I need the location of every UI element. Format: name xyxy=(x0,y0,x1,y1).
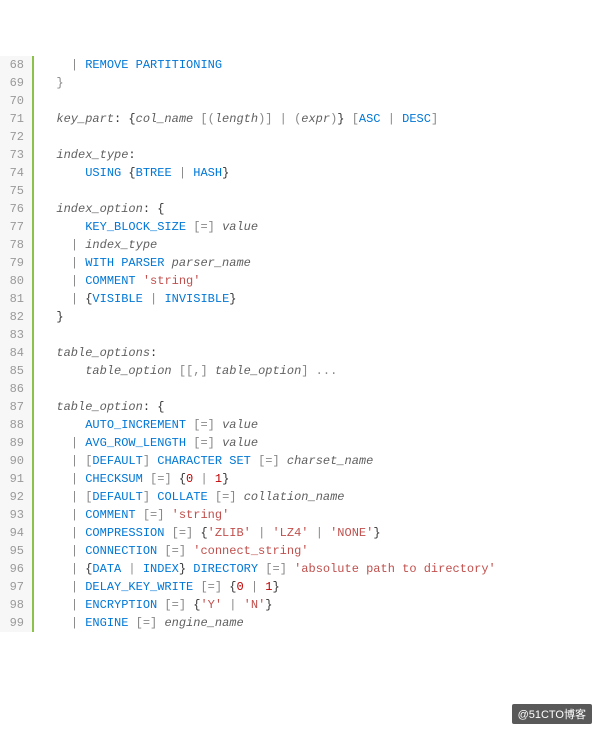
code-line: } xyxy=(42,308,600,326)
code-line: USING {BTREE | HASH} xyxy=(42,164,600,182)
code-line: | CHECKSUM [=] {0 | 1} xyxy=(42,470,600,488)
line-number: 76 xyxy=(4,200,24,218)
code-line: | COMMENT [=] 'string' xyxy=(42,506,600,524)
line-number: 97 xyxy=(4,578,24,596)
line-number: 80 xyxy=(4,272,24,290)
code-line: | REMOVE PARTITIONING xyxy=(42,56,600,74)
line-number-gutter: 6869707172737475767778798081828384858687… xyxy=(0,56,32,632)
code-line xyxy=(42,128,600,146)
code-line: table_option: { xyxy=(42,398,600,416)
code-line: index_option: { xyxy=(42,200,600,218)
line-number: 72 xyxy=(4,128,24,146)
line-number: 99 xyxy=(4,614,24,632)
code-line xyxy=(42,182,600,200)
code-line: | CONNECTION [=] 'connect_string' xyxy=(42,542,600,560)
code-line: | ENCRYPTION [=] {'Y' | 'N'} xyxy=(42,596,600,614)
code-line: | [DEFAULT] COLLATE [=] collation_name xyxy=(42,488,600,506)
line-number: 90 xyxy=(4,452,24,470)
line-number: 68 xyxy=(4,56,24,74)
line-number: 91 xyxy=(4,470,24,488)
line-number: 74 xyxy=(4,164,24,182)
code-line: KEY_BLOCK_SIZE [=] value xyxy=(42,218,600,236)
code-block: 6869707172737475767778798081828384858687… xyxy=(0,56,600,632)
line-number: 79 xyxy=(4,254,24,272)
line-number: 88 xyxy=(4,416,24,434)
watermark-badge: @51CTO博客 xyxy=(512,704,592,724)
line-number: 77 xyxy=(4,218,24,236)
line-number: 95 xyxy=(4,542,24,560)
code-line: | DELAY_KEY_WRITE [=] {0 | 1} xyxy=(42,578,600,596)
code-line xyxy=(42,380,600,398)
code-line xyxy=(42,326,600,344)
line-number: 73 xyxy=(4,146,24,164)
code-line: | WITH PARSER parser_name xyxy=(42,254,600,272)
line-number: 69 xyxy=(4,74,24,92)
code-line: | COMMENT 'string' xyxy=(42,272,600,290)
line-number: 83 xyxy=(4,326,24,344)
line-number: 93 xyxy=(4,506,24,524)
code-line: | index_type xyxy=(42,236,600,254)
line-number: 70 xyxy=(4,92,24,110)
code-line: index_type: xyxy=(42,146,600,164)
code-line: | {DATA | INDEX} DIRECTORY [=] 'absolute… xyxy=(42,560,600,578)
line-number: 84 xyxy=(4,344,24,362)
code-line: | [DEFAULT] CHARACTER SET [=] charset_na… xyxy=(42,452,600,470)
line-number: 86 xyxy=(4,380,24,398)
code-line: table_options: xyxy=(42,344,600,362)
line-number: 85 xyxy=(4,362,24,380)
line-number: 82 xyxy=(4,308,24,326)
line-number: 98 xyxy=(4,596,24,614)
line-number: 89 xyxy=(4,434,24,452)
code-line xyxy=(42,92,600,110)
line-number: 75 xyxy=(4,182,24,200)
code-line: | {VISIBLE | INVISIBLE} xyxy=(42,290,600,308)
code-line: | COMPRESSION [=] {'ZLIB' | 'LZ4' | 'NON… xyxy=(42,524,600,542)
line-number: 78 xyxy=(4,236,24,254)
line-number: 87 xyxy=(4,398,24,416)
line-number: 92 xyxy=(4,488,24,506)
code-content[interactable]: | REMOVE PARTITIONING } key_part: {col_n… xyxy=(32,56,600,632)
line-number: 81 xyxy=(4,290,24,308)
code-line: | ENGINE [=] engine_name xyxy=(42,614,600,632)
code-line: } xyxy=(42,74,600,92)
code-line: key_part: {col_name [(length)] | (expr)}… xyxy=(42,110,600,128)
line-number: 96 xyxy=(4,560,24,578)
line-number: 94 xyxy=(4,524,24,542)
code-line: AUTO_INCREMENT [=] value xyxy=(42,416,600,434)
code-line: table_option [[,] table_option] ... xyxy=(42,362,600,380)
code-line: | AVG_ROW_LENGTH [=] value xyxy=(42,434,600,452)
line-number: 71 xyxy=(4,110,24,128)
